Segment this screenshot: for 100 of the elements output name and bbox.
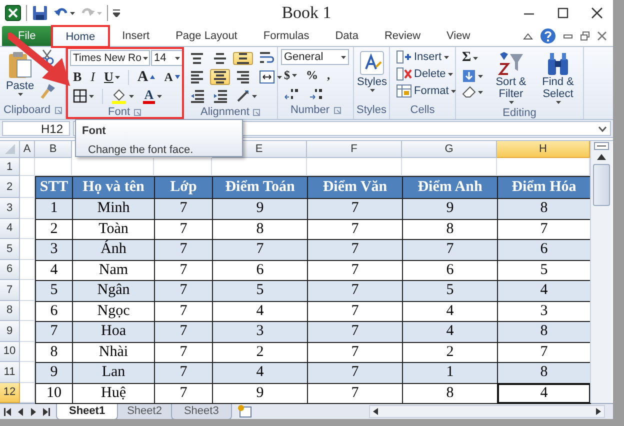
align-top-icon	[190, 52, 204, 64]
maximize-icon[interactable]	[557, 7, 569, 19]
table-cell: Ngân	[72, 280, 155, 302]
collapse-ribbon-icon[interactable]	[523, 32, 533, 40]
column-heading: Lớp	[154, 176, 213, 199]
excel-icon[interactable]	[5, 5, 21, 21]
bold-button[interactable]: B	[70, 68, 85, 86]
ribbon-tab[interactable]: Review	[371, 26, 434, 46]
sheet-tab[interactable]: Sheet1	[56, 404, 118, 419]
wrap-text-icon	[259, 51, 275, 65]
underline-button[interactable]: U	[101, 68, 124, 86]
caret-icon	[478, 90, 483, 94]
ribbon-tab[interactable]: Page Layout	[162, 26, 250, 46]
row-header[interactable]: 11	[0, 362, 20, 382]
ribbon-tab[interactable]: Home	[52, 26, 110, 47]
group-label: Alignment	[200, 106, 250, 118]
close-icon[interactable]	[591, 7, 603, 19]
scroll-right-icon[interactable]	[596, 408, 601, 415]
help-icon[interactable]	[540, 28, 556, 44]
fill-down-icon	[462, 69, 476, 83]
font-size-field[interactable]: 14	[151, 50, 183, 66]
table-cell: 7	[154, 198, 213, 220]
empty-cell	[20, 218, 35, 239]
name-box[interactable]: H12	[2, 121, 70, 136]
align-center-icon	[213, 70, 227, 84]
format-painter-icon[interactable]	[40, 83, 56, 99]
column-heading: Điểm Hóa	[497, 176, 591, 199]
column-heading: Điểm Văn	[307, 176, 403, 199]
ribbon-tab[interactable]: Formulas	[250, 26, 322, 46]
column-header[interactable]: H	[497, 141, 590, 158]
comma-button[interactable]: ,	[324, 66, 333, 84]
group-label: Font	[108, 106, 130, 118]
caret-icon	[450, 90, 456, 92]
cells-menu-button[interactable]: Format	[393, 83, 459, 99]
grow-font-button[interactable]: A	[134, 68, 158, 86]
row-header[interactable]: 9	[0, 321, 20, 342]
align-left-icon	[190, 70, 204, 84]
group-label: Cells	[410, 104, 435, 116]
restore-icon[interactable]	[580, 31, 590, 41]
cells-menu-button[interactable]: Delete	[393, 66, 459, 82]
row-header[interactable]: 12	[0, 382, 20, 403]
clipboard-icon	[8, 51, 32, 79]
cells-menu-button[interactable]: Insert	[393, 49, 459, 65]
sort-filter-icon	[498, 51, 524, 75]
caret-icon	[143, 56, 148, 60]
first-sheet-icon[interactable]	[4, 408, 11, 416]
percent-button[interactable]: %	[303, 66, 321, 84]
row-header[interactable]: 1	[0, 158, 20, 176]
table-cell: 7	[307, 362, 403, 384]
column-header[interactable]: F	[307, 141, 402, 158]
row-header[interactable]: 2	[0, 176, 20, 198]
insert-sheet-icon[interactable]	[236, 404, 254, 418]
scroll-up-icon[interactable]	[597, 154, 606, 160]
styles-icon	[360, 51, 384, 75]
split-handle-icon[interactable]	[594, 142, 609, 150]
save-icon[interactable]	[32, 5, 48, 21]
decrease-decimal-icon	[309, 87, 325, 101]
row-header[interactable]: 5	[0, 239, 20, 260]
sort-filter-button[interactable]: Sort & Filter	[489, 49, 533, 106]
scroll-left-icon[interactable]	[373, 408, 378, 415]
paste-button[interactable]: Paste	[3, 49, 37, 103]
italic-button[interactable]: I	[88, 68, 98, 86]
row-header[interactable]: 8	[0, 300, 20, 321]
ribbon-tab[interactable]: Data	[322, 26, 372, 46]
column-header[interactable]: A	[20, 141, 35, 158]
up-triangle-icon	[150, 75, 156, 79]
column-heading: Điểm Anh	[402, 176, 498, 199]
find-select-button[interactable]: Find & Select	[536, 49, 580, 106]
customize-caret-icon[interactable]	[113, 9, 120, 17]
shrink-font-button[interactable]: A	[161, 68, 183, 86]
number-format-field[interactable]: General	[281, 49, 349, 65]
table-cell: 5	[212, 280, 308, 302]
currency-button[interactable]: $	[281, 66, 300, 84]
styles-button[interactable]: Styles	[357, 49, 387, 103]
row-header[interactable]: 10	[0, 342, 20, 362]
align-bottom-button[interactable]	[233, 52, 253, 64]
row-header[interactable]: 3	[0, 198, 20, 218]
row-header[interactable]: 7	[0, 280, 20, 300]
borders-icon	[73, 89, 87, 103]
row-header[interactable]: 6	[0, 260, 20, 280]
align-center-button[interactable]	[210, 69, 230, 85]
empty-cell	[20, 300, 35, 321]
expand-icon[interactable]	[598, 126, 607, 132]
binoculars-icon	[546, 51, 570, 75]
autosum-button[interactable]: Σ	[459, 49, 486, 67]
ribbon-tab[interactable]: Insert	[109, 26, 163, 46]
caret-icon	[115, 76, 120, 78]
row-header[interactable]: 4	[0, 218, 20, 239]
horizontal-scrollbar[interactable]	[369, 405, 605, 418]
cut-icon[interactable]	[40, 49, 54, 65]
font-name-field[interactable]: Times New Ro	[70, 50, 150, 66]
column-header[interactable]: B	[35, 141, 72, 158]
sheet-tab[interactable]: Sheet3	[170, 404, 232, 419]
previous-sheet-icon[interactable]	[17, 408, 24, 416]
scroll-thumb[interactable]	[593, 164, 610, 206]
last-sheet-icon[interactable]	[43, 408, 50, 416]
column-header[interactable]: G	[402, 141, 497, 158]
ribbon-tab[interactable]: View	[434, 26, 484, 46]
next-sheet-icon[interactable]	[30, 408, 37, 416]
font-color-button[interactable]: A	[140, 88, 165, 104]
